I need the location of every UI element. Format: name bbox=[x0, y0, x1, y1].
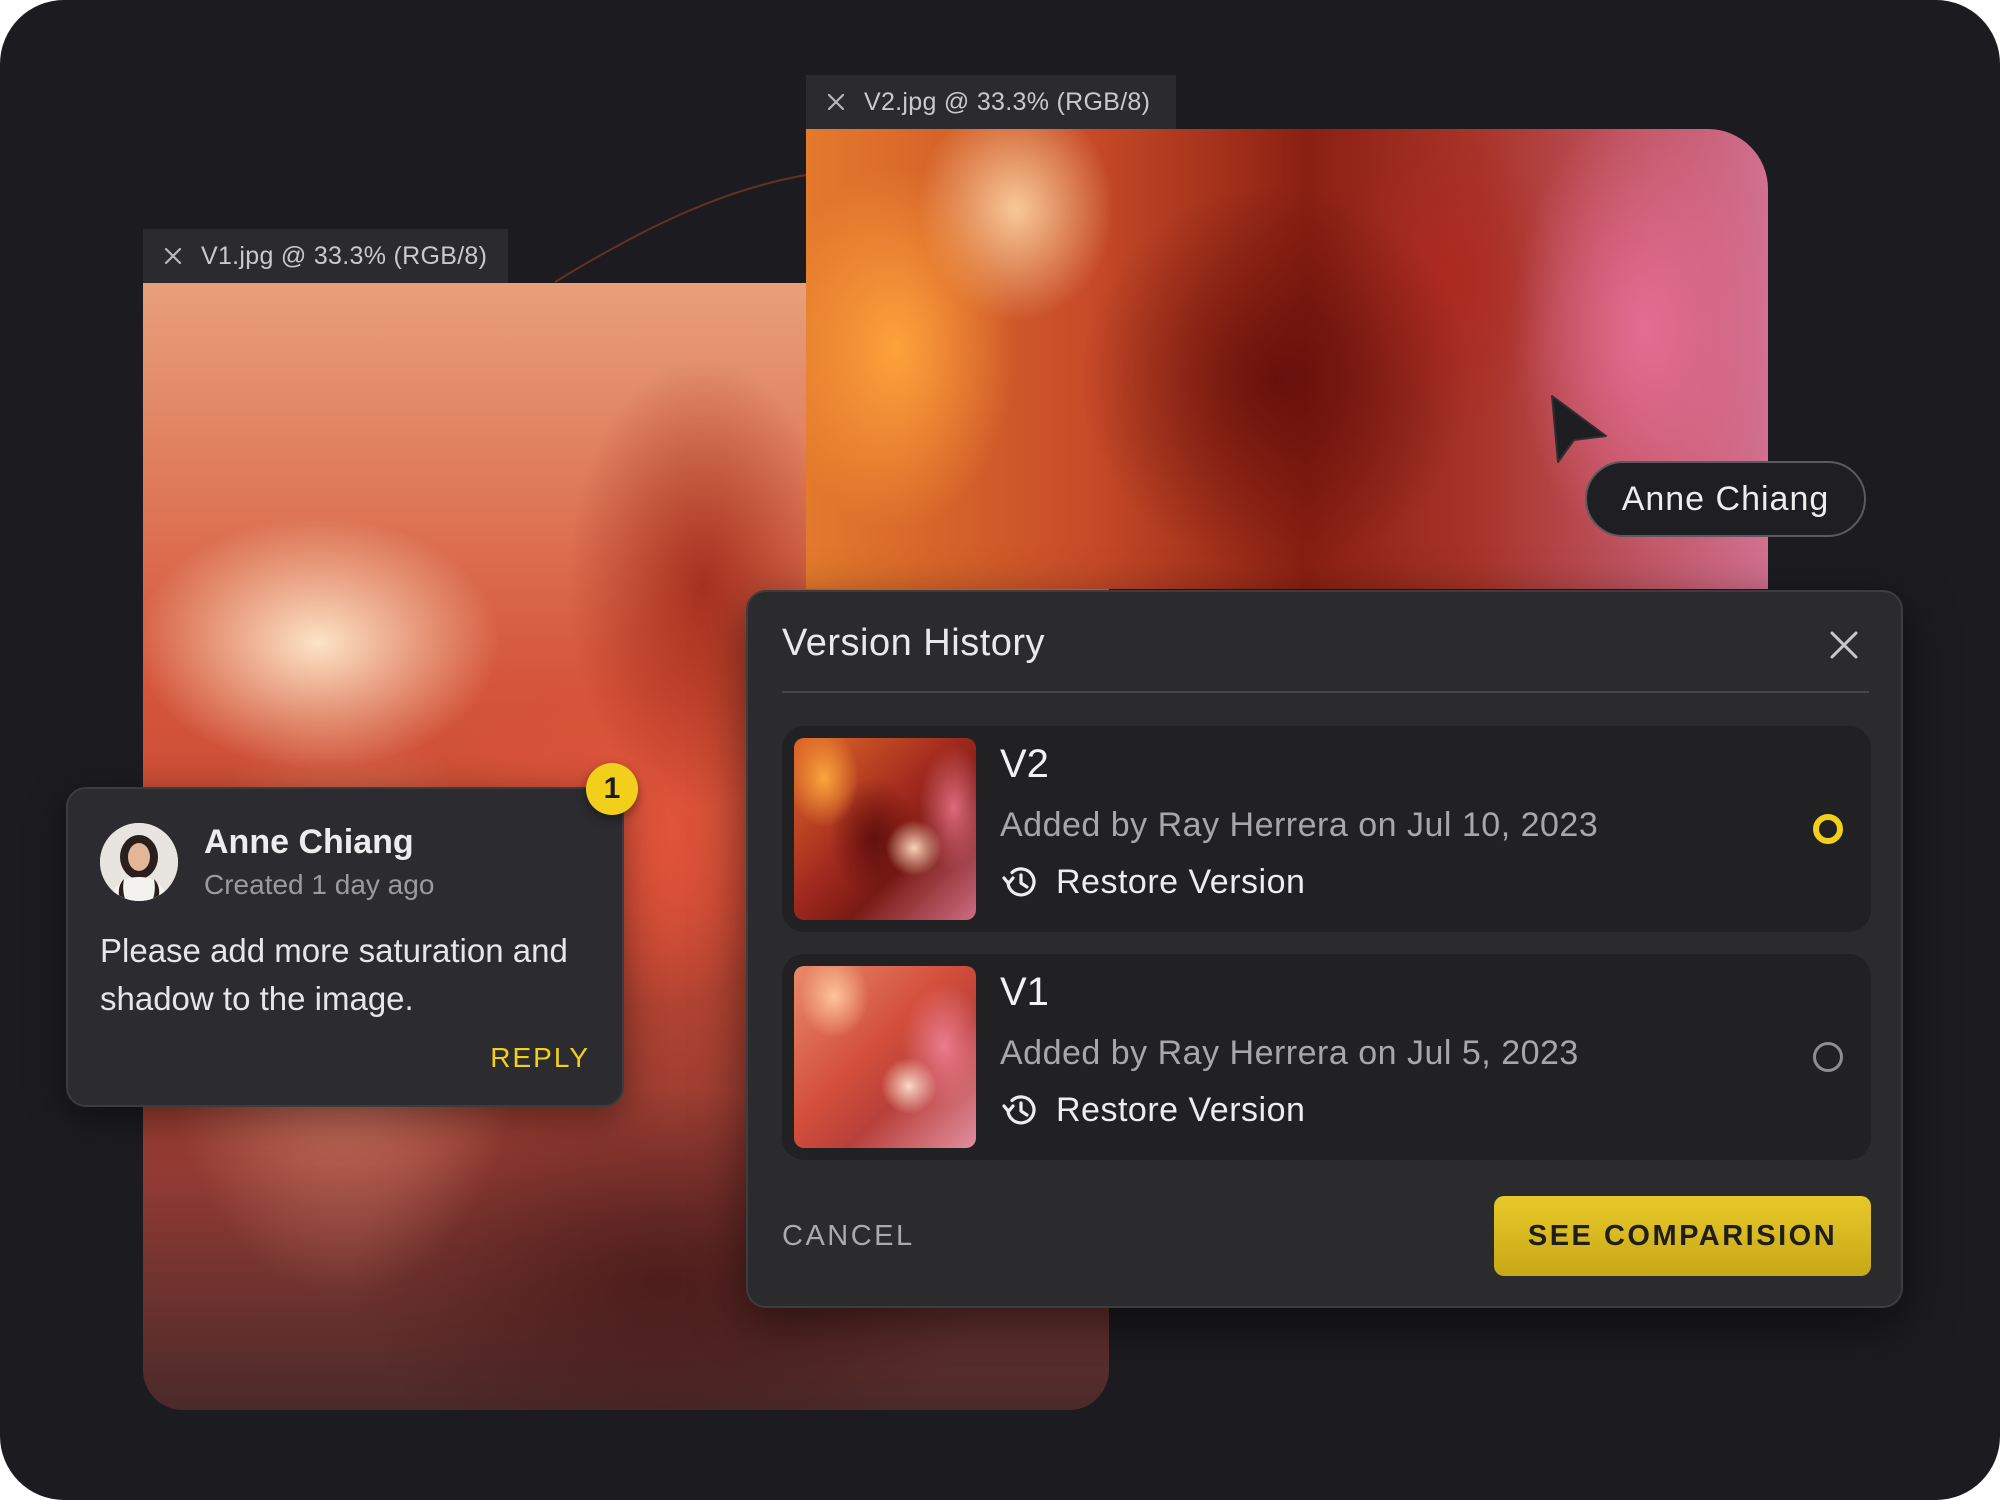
version-thumbnail bbox=[794, 966, 976, 1148]
cursor-arrow-icon bbox=[1551, 395, 1607, 463]
collaborator-name: Anne Chiang bbox=[1621, 479, 1830, 518]
comment-card[interactable]: Anne Chiang Created 1 day ago Please add… bbox=[66, 787, 624, 1107]
dialog-title: Version History bbox=[782, 622, 1046, 664]
document-tab-label: V2.jpg @ 33.3% (RGB/8) bbox=[864, 87, 1151, 116]
version-name: V2 bbox=[1000, 742, 1049, 786]
comment-text: Please add more saturation and shadow to… bbox=[100, 932, 568, 1017]
cancel-button[interactable]: CANCEL bbox=[782, 1220, 915, 1253]
version-name: V1 bbox=[1000, 970, 1049, 1014]
version-thumbnail bbox=[794, 738, 976, 920]
document-tab-v1[interactable]: V1.jpg @ 33.3% (RGB/8) bbox=[143, 229, 508, 283]
restore-version-button[interactable]: Restore Version bbox=[1000, 862, 1305, 902]
collaborator-cursor-label: Anne Chiang bbox=[1585, 461, 1866, 537]
close-icon[interactable] bbox=[163, 246, 183, 266]
version-history-dialog: Version History V2 Added by Ray Herrera … bbox=[746, 590, 1903, 1308]
version-item-v1[interactable]: V1 Added by Ray Herrera on Jul 5, 2023 R… bbox=[782, 954, 1871, 1160]
version-radio-unselected[interactable] bbox=[1813, 1042, 1843, 1072]
reply-button[interactable]: REPLY bbox=[490, 1042, 590, 1074]
version-radio-selected[interactable] bbox=[1813, 814, 1843, 844]
document-tab-v2[interactable]: V2.jpg @ 33.3% (RGB/8) bbox=[806, 75, 1176, 129]
avatar bbox=[100, 823, 178, 901]
see-comparison-button[interactable]: SEE COMPARISION bbox=[1494, 1196, 1871, 1276]
app-canvas: V1.jpg @ 33.3% (RGB/8) V2.jpg @ 33.3% (R… bbox=[0, 0, 2000, 1500]
history-icon bbox=[1002, 867, 1036, 897]
comment-count-badge[interactable]: 1 bbox=[586, 763, 638, 815]
document-tab-label: V1.jpg @ 33.3% (RGB/8) bbox=[201, 241, 488, 270]
close-icon[interactable] bbox=[1827, 628, 1861, 662]
history-icon bbox=[1002, 1095, 1036, 1125]
version-meta: Added by Ray Herrera on Jul 10, 2023 bbox=[1000, 806, 1599, 844]
version-item-v2[interactable]: V2 Added by Ray Herrera on Jul 10, 2023 … bbox=[782, 726, 1871, 932]
restore-version-button[interactable]: Restore Version bbox=[1000, 1090, 1305, 1130]
comment-author: Anne Chiang bbox=[204, 823, 414, 861]
version-meta: Added by Ray Herrera on Jul 5, 2023 bbox=[1000, 1034, 1579, 1072]
close-icon[interactable] bbox=[826, 92, 846, 112]
restore-version-label: Restore Version bbox=[1056, 1090, 1306, 1129]
restore-version-label: Restore Version bbox=[1056, 862, 1306, 901]
comment-timestamp: Created 1 day ago bbox=[204, 869, 435, 900]
divider bbox=[782, 691, 1869, 693]
